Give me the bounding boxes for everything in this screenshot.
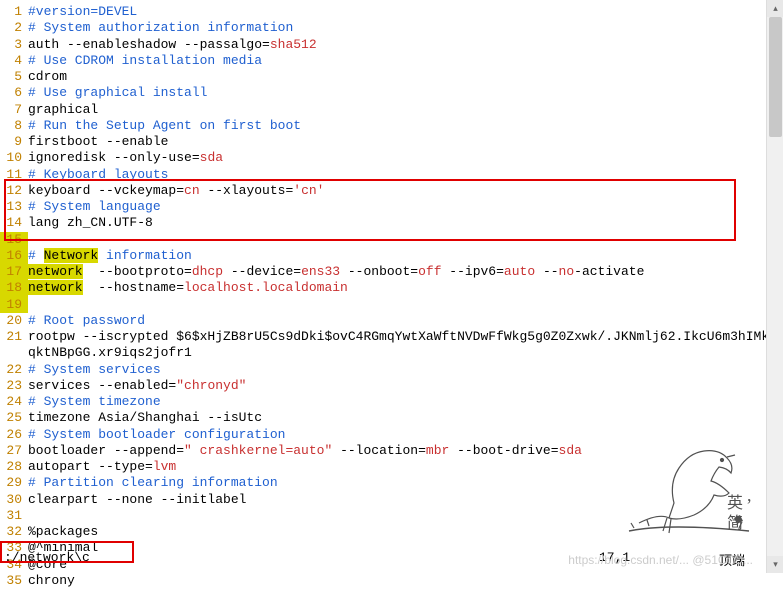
code-line: 22# System services [0,362,783,378]
line-number: 7 [0,102,28,118]
line-number: 5 [0,69,28,85]
line-number: 28 [0,459,28,475]
line-number: 24 [0,394,28,410]
code-line: 9firstboot --enable [0,134,783,150]
code-line: 5cdrom [0,69,783,85]
code-content: network --hostname=localhost.localdomain [28,280,783,296]
code-content: ignoredisk --only-use=sda [28,150,783,166]
code-content: graphical [28,102,783,118]
code-content: # Root password [28,313,783,329]
line-number: 11 [0,167,28,183]
line-number: 13 [0,199,28,215]
code-line: 8# Run the Setup Agent on first boot [0,118,783,134]
scroll-up-button[interactable]: ▴ [767,0,783,17]
code-line: 16# Network information [0,248,783,264]
code-content: cdrom [28,69,783,85]
line-number: 35 [0,573,28,589]
code-content: # Run the Setup Agent on first boot [28,118,783,134]
code-content: lang zh_CN.UTF-8 [28,215,783,231]
line-number: 10 [0,150,28,166]
code-line: 19 [0,297,783,313]
code-content: # Use graphical install [28,85,783,101]
vertical-scrollbar[interactable]: ▴ ▾ [766,0,783,573]
code-content [28,297,783,313]
code-line: 10ignoredisk --only-use=sda [0,150,783,166]
line-number: 22 [0,362,28,378]
line-number: 15 [0,232,28,248]
code-line: 24# System timezone [0,394,783,410]
line-number [0,345,28,361]
code-content: firstboot --enable [28,134,783,150]
code-line: 23services --enabled="chronyd" [0,378,783,394]
line-number: 19 [0,297,28,313]
code-line: 21rootpw --iscrypted $6$xHjZB8rU5Cs9dDki… [0,329,783,345]
code-content: # System language [28,199,783,215]
bird-decoration-icon: 英 简 , [619,423,759,543]
code-line: 18network --hostname=localhost.localdoma… [0,280,783,296]
code-content [28,232,783,248]
code-line: qktNBpGG.xr9iqs2jofr1 [0,345,783,361]
line-number: 6 [0,85,28,101]
line-number: 32 [0,524,28,540]
line-number: 1 [0,4,28,20]
line-number: 21 [0,329,28,345]
code-line: 7graphical [0,102,783,118]
code-content: #version=DEVEL [28,4,783,20]
line-number: 30 [0,492,28,508]
line-number: 4 [0,53,28,69]
scroll-thumb[interactable] [769,17,782,137]
code-content: rootpw --iscrypted $6$xHjZB8rU5Cs9dDki$o… [28,329,783,345]
line-number: 26 [0,427,28,443]
code-line: 2# System authorization information [0,20,783,36]
svg-text:,: , [747,485,752,505]
badge-top-char: 英 [727,494,743,512]
search-command: :/network\c [4,550,599,569]
code-line: 20# Root password [0,313,783,329]
code-content: network --bootproto=dhcp --device=ens33 … [28,264,783,280]
code-content: # System authorization information [28,20,783,36]
code-line: 13# System language [0,199,783,215]
code-line: 4# Use CDROM installation media [0,53,783,69]
code-content: auth --enableshadow --passalgo=sha512 [28,37,783,53]
code-content: # Keyboard layouts [28,167,783,183]
code-content: qktNBpGG.xr9iqs2jofr1 [28,345,783,361]
code-content: # Network information [28,248,783,264]
line-number: 29 [0,475,28,491]
code-line: 1#version=DEVEL [0,4,783,20]
line-number: 12 [0,183,28,199]
line-number: 23 [0,378,28,394]
code-content: services --enabled="chronyd" [28,378,783,394]
line-number: 3 [0,37,28,53]
line-number: 18 [0,280,28,296]
line-number: 14 [0,215,28,231]
line-number: 17 [0,264,28,280]
code-content: # System timezone [28,394,783,410]
code-line: 14lang zh_CN.UTF-8 [0,215,783,231]
line-number: 16 [0,248,28,264]
code-line: 6# Use graphical install [0,85,783,101]
code-content: # Use CDROM installation media [28,53,783,69]
code-content: # System services [28,362,783,378]
line-number: 20 [0,313,28,329]
line-number: 31 [0,508,28,524]
code-line: 3auth --enableshadow --passalgo=sha512 [0,37,783,53]
code-content: chrony [28,573,783,589]
line-number: 8 [0,118,28,134]
line-number: 2 [0,20,28,36]
line-number: 27 [0,443,28,459]
code-line: 12keyboard --vckeymap=cn --xlayouts='cn' [0,183,783,199]
code-line: 35chrony [0,573,783,589]
code-line: 11# Keyboard layouts [0,167,783,183]
watermark-text: https://blog.csdn.net/... @51CTO... [568,553,753,567]
code-content: keyboard --vckeymap=cn --xlayouts='cn' [28,183,783,199]
code-line: 15 [0,232,783,248]
scroll-down-button[interactable]: ▾ [767,556,783,573]
line-number: 25 [0,410,28,426]
code-line: 17network --bootproto=dhcp --device=ens3… [0,264,783,280]
line-number: 9 [0,134,28,150]
